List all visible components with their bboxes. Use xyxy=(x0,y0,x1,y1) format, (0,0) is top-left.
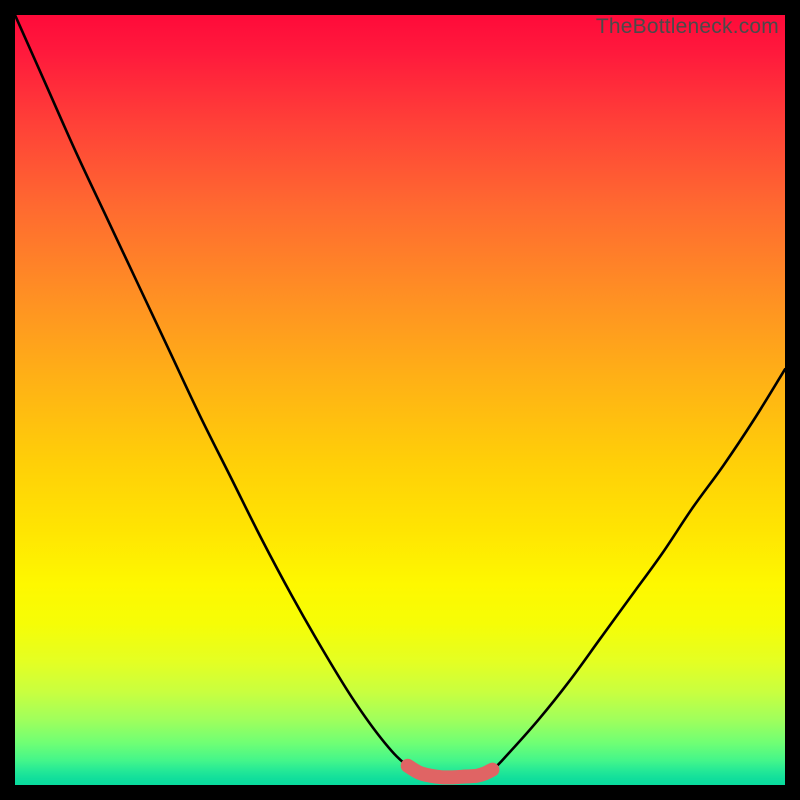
watermark-text: TheBottleneck.com xyxy=(596,15,779,39)
bottleneck-curve xyxy=(15,15,785,777)
chart-svg xyxy=(15,15,785,785)
optimal-range-highlight xyxy=(408,766,493,778)
chart-frame: TheBottleneck.com xyxy=(0,0,800,800)
plot-area: TheBottleneck.com xyxy=(15,15,785,785)
